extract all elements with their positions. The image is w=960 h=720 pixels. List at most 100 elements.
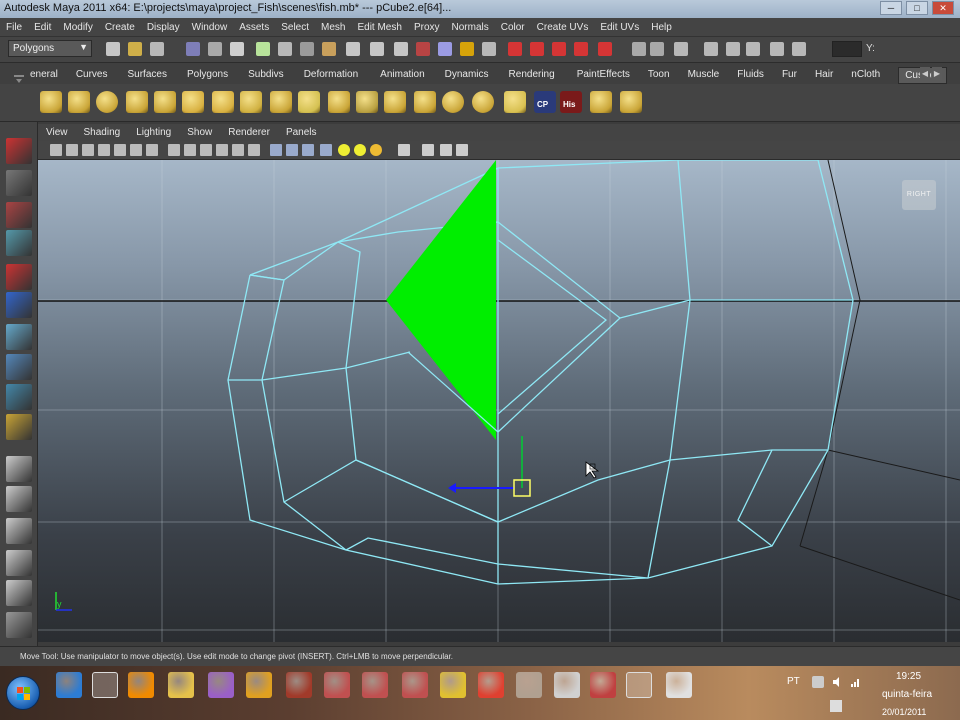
- layout-single-icon[interactable]: [6, 456, 32, 482]
- panel-tool-icon[interactable]: [440, 144, 452, 156]
- panel-tool-icon[interactable]: [82, 144, 94, 156]
- status-tool-icon[interactable]: [650, 42, 664, 56]
- viewport[interactable]: y RIGHT: [38, 160, 960, 642]
- panel-tool-icon[interactable]: [200, 144, 212, 156]
- status-tool-icon[interactable]: [482, 42, 496, 56]
- panel-tool-icon[interactable]: [114, 144, 126, 156]
- scale-tool-icon[interactable]: [6, 292, 32, 318]
- taskbar-paint-icon[interactable]: [590, 672, 616, 698]
- panel-tool-icon[interactable]: [98, 144, 110, 156]
- status-tool-icon[interactable]: [552, 42, 566, 56]
- menu-edit[interactable]: Edit: [28, 22, 57, 33]
- status-tool-icon[interactable]: [460, 42, 474, 56]
- menu-create-uvs[interactable]: Create UVs: [531, 22, 595, 33]
- panel-tool-icon[interactable]: [168, 144, 180, 156]
- status-tool-icon[interactable]: [256, 42, 270, 56]
- selected-face[interactable]: [386, 160, 496, 440]
- panel-tool-icon[interactable]: [248, 144, 260, 156]
- shelf-tab-deformation[interactable]: Deformation: [304, 67, 358, 84]
- menu-proxy[interactable]: Proxy: [408, 22, 446, 33]
- extrude-icon[interactable]: [182, 91, 204, 113]
- panel-menu-show[interactable]: Show: [179, 127, 220, 138]
- taskbar-vlc-icon[interactable]: [128, 672, 154, 698]
- manipulator-z-arrow[interactable]: [448, 483, 456, 493]
- shelf-tab-fur[interactable]: Fur: [782, 67, 797, 84]
- shelf-tab-fluids[interactable]: Fluids: [737, 67, 764, 84]
- his-icon[interactable]: His: [560, 91, 582, 113]
- cp-icon[interactable]: CP: [534, 91, 556, 113]
- clock-day[interactable]: quinta-feira: [882, 689, 932, 700]
- menu-set-select[interactable]: Polygons ▼: [8, 40, 92, 57]
- status-tool-icon[interactable]: [322, 42, 336, 56]
- panel-tool-icon[interactable]: [184, 144, 196, 156]
- taskbar-pdf-icon[interactable]: [246, 672, 272, 698]
- soft-mod-icon[interactable]: [6, 354, 32, 380]
- taskbar-media-icon[interactable]: [208, 672, 234, 698]
- menu-assets[interactable]: Assets: [233, 22, 275, 33]
- shelf-tab-ncloth[interactable]: nCloth: [851, 67, 880, 84]
- status-tool-icon[interactable]: [530, 42, 544, 56]
- menu-file[interactable]: File: [0, 22, 28, 33]
- shelf-tab-hair[interactable]: Hair: [815, 67, 833, 84]
- move-tool-icon[interactable]: [6, 230, 32, 256]
- panel-tool-icon[interactable]: [216, 144, 228, 156]
- panel-tool-icon[interactable]: [320, 144, 332, 156]
- status-tool-icon[interactable]: [278, 42, 292, 56]
- panel-menu-renderer[interactable]: Renderer: [220, 127, 278, 138]
- taskbar-app-icon[interactable]: [402, 672, 428, 698]
- panel-tool-icon[interactable]: [354, 144, 366, 156]
- status-tool-icon[interactable]: [438, 42, 452, 56]
- panel-menu-view[interactable]: View: [38, 127, 76, 138]
- menu-normals[interactable]: Normals: [446, 22, 495, 33]
- status-tool-icon[interactable]: [726, 42, 740, 56]
- status-tool-icon[interactable]: [574, 42, 588, 56]
- close-button[interactable]: ✕: [932, 1, 954, 15]
- smooth-icon[interactable]: [298, 91, 320, 113]
- panel-tool-icon[interactable]: [130, 144, 142, 156]
- rotate-tool-icon[interactable]: [6, 264, 32, 290]
- menu-edit-mesh[interactable]: Edit Mesh: [351, 22, 407, 33]
- layout-icon[interactable]: [590, 91, 612, 113]
- lasso-tool-icon[interactable]: [6, 170, 32, 196]
- menu-edit-uvs[interactable]: Edit UVs: [594, 22, 645, 33]
- tray-arrow-icon[interactable]: [812, 676, 824, 688]
- taskbar-app-icon[interactable]: [516, 672, 542, 698]
- status-tool-icon[interactable]: [186, 42, 200, 56]
- poly-plane-icon[interactable]: [154, 91, 176, 113]
- chevron-right-icon[interactable]: ▶: [932, 67, 942, 80]
- viewport-canvas[interactable]: y: [38, 160, 960, 642]
- menu-mesh[interactable]: Mesh: [315, 22, 351, 33]
- menu-display[interactable]: Display: [141, 22, 186, 33]
- shelf-tab-surfaces[interactable]: Surfaces: [128, 67, 167, 84]
- taskbar-app-icon[interactable]: [324, 672, 350, 698]
- status-tool-icon[interactable]: [416, 42, 430, 56]
- panel-tool-icon[interactable]: [370, 144, 382, 156]
- status-tool-icon[interactable]: [792, 42, 806, 56]
- taskbar-maya-icon[interactable]: [626, 672, 652, 698]
- status-tool-icon[interactable]: [128, 42, 142, 56]
- taskbar-illustrator-icon[interactable]: [286, 672, 312, 698]
- menu-select[interactable]: Select: [275, 22, 315, 33]
- layout-custom-icon[interactable]: [6, 612, 32, 638]
- shelf-tab-dynamics[interactable]: Dynamics: [445, 67, 489, 84]
- poly-cube-icon[interactable]: [68, 91, 90, 113]
- status-tool-icon[interactable]: [746, 42, 760, 56]
- paint-select-icon[interactable]: [6, 202, 32, 228]
- panel-menu-lighting[interactable]: Lighting: [128, 127, 179, 138]
- minimize-button[interactable]: ─: [880, 1, 902, 15]
- status-tool-icon[interactable]: [346, 42, 360, 56]
- panel-tool-icon[interactable]: [50, 144, 62, 156]
- shelf-tab-muscle[interactable]: Muscle: [688, 67, 720, 84]
- panel-tool-icon[interactable]: [66, 144, 78, 156]
- grid-icon[interactable]: [504, 91, 526, 113]
- layout-graph-icon[interactable]: [6, 550, 32, 576]
- flag-icon[interactable]: [830, 700, 842, 712]
- separate-icon[interactable]: [356, 91, 378, 113]
- status-tool-icon[interactable]: [508, 42, 522, 56]
- universal-manip-icon[interactable]: [6, 324, 32, 350]
- uv-icon[interactable]: [620, 91, 642, 113]
- language-indicator[interactable]: PT: [787, 676, 800, 687]
- layout-hypershade-icon[interactable]: [6, 580, 32, 606]
- status-tool-icon[interactable]: [704, 42, 718, 56]
- taskbar-firefox-icon[interactable]: [92, 672, 118, 698]
